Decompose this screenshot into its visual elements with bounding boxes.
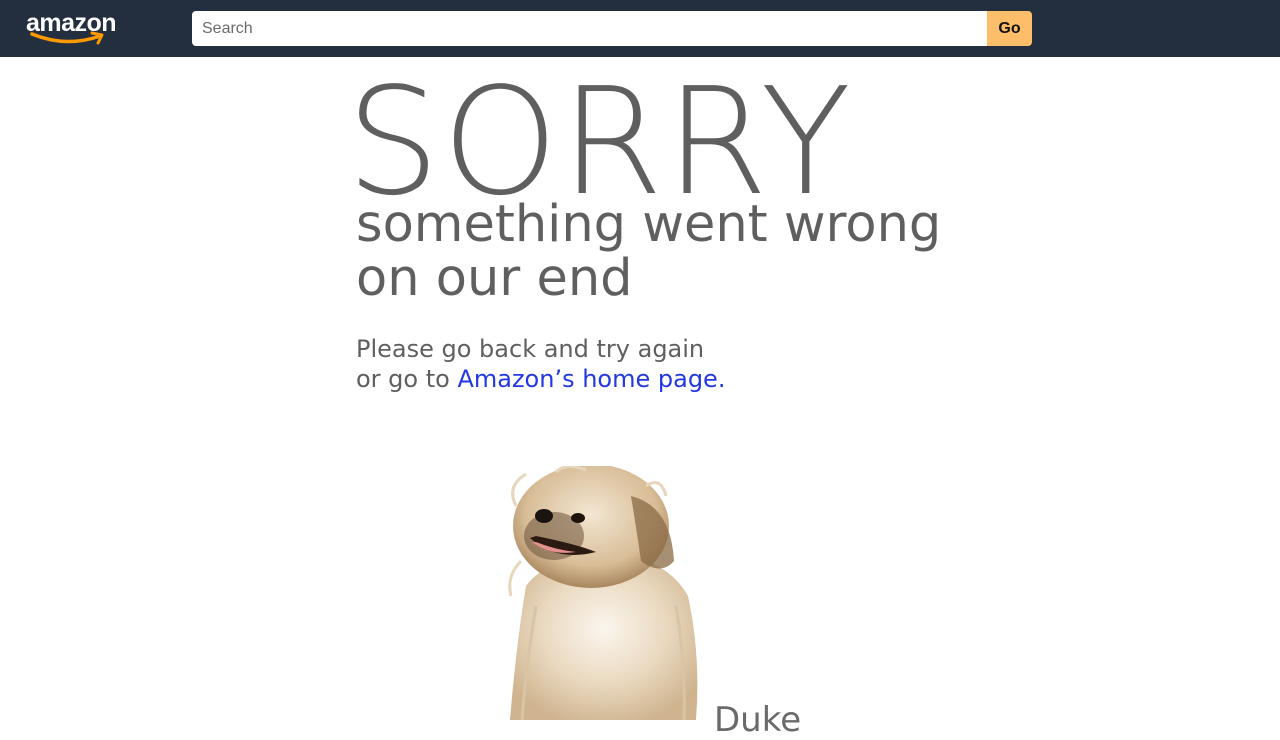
error-message: Please go back and try again or go to Am… xyxy=(356,334,725,394)
subheading-line-2: on our end xyxy=(356,249,633,308)
go-button[interactable]: Go xyxy=(987,11,1032,46)
home-page-link[interactable]: Amazon’s home page. xyxy=(457,365,725,393)
message-line-2: or go to Amazon’s home page. xyxy=(356,364,725,394)
amazon-logo[interactable]: amazon xyxy=(26,8,136,48)
search-bar: Go xyxy=(192,11,1032,46)
logo-smile-icon xyxy=(30,31,104,45)
error-subheading: something went wrong on our end xyxy=(356,198,941,306)
search-input[interactable] xyxy=(192,11,987,46)
message-line-2-prefix: or go to xyxy=(356,365,458,393)
top-nav-bar: amazon Go xyxy=(0,0,1280,57)
dog-photo xyxy=(508,466,698,720)
message-line-1: Please go back and try again xyxy=(356,335,705,363)
dog-name: Duke xyxy=(714,700,802,740)
subheading-line-1: something went wrong xyxy=(356,195,942,254)
